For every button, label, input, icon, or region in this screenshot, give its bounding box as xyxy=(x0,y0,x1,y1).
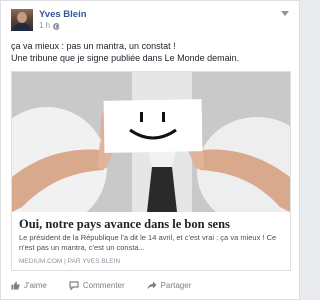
author-name[interactable]: Yves Blein xyxy=(39,9,87,20)
post-text: ça va mieux : pas un mantra, un constat … xyxy=(11,41,293,64)
link-title[interactable]: Oui, notre pays avance dans le bon sens xyxy=(19,217,285,231)
post-header: Yves Blein 1 h xyxy=(11,9,87,35)
author-avatar[interactable] xyxy=(11,9,33,31)
smiley-card-image xyxy=(12,72,290,212)
post-options-caret-icon[interactable] xyxy=(281,11,289,16)
link-preview-card[interactable]: Oui, notre pays avance dans le bon sens … xyxy=(11,71,291,271)
avatar-face xyxy=(17,12,27,23)
comment-label: Commenter xyxy=(82,280,125,290)
post-actions: J'aime Commenter Partager xyxy=(11,277,291,293)
like-label: J'aime xyxy=(24,280,47,290)
link-source: MEDIUM.COM | PAR YVES BLEIN xyxy=(19,258,121,265)
like-button[interactable]: J'aime xyxy=(11,281,47,290)
post-timestamp[interactable]: 1 h xyxy=(39,21,50,31)
share-button[interactable]: Partager xyxy=(147,280,192,290)
share-label: Partager xyxy=(160,280,192,290)
link-description: Le président de la République l'a dit le… xyxy=(19,233,277,252)
post-text-line-1: ça va mieux : pas un mantra, un constat … xyxy=(11,41,176,51)
avatar-shoulders xyxy=(13,23,31,31)
author-block: Yves Blein 1 h xyxy=(39,9,87,31)
facebook-post: Yves Blein 1 h ça va mieux : pas un mant… xyxy=(0,0,300,300)
link-preview-image[interactable] xyxy=(12,72,290,212)
post-meta: 1 h xyxy=(39,21,87,31)
post-text-line-2: Une tribune que je signe publiée dans Le… xyxy=(11,52,240,63)
comment-icon xyxy=(69,280,79,290)
share-arrow-icon xyxy=(147,281,157,289)
globe-icon xyxy=(53,22,61,30)
thumbs-up-icon xyxy=(11,281,20,290)
comment-button[interactable]: Commenter xyxy=(69,281,125,290)
